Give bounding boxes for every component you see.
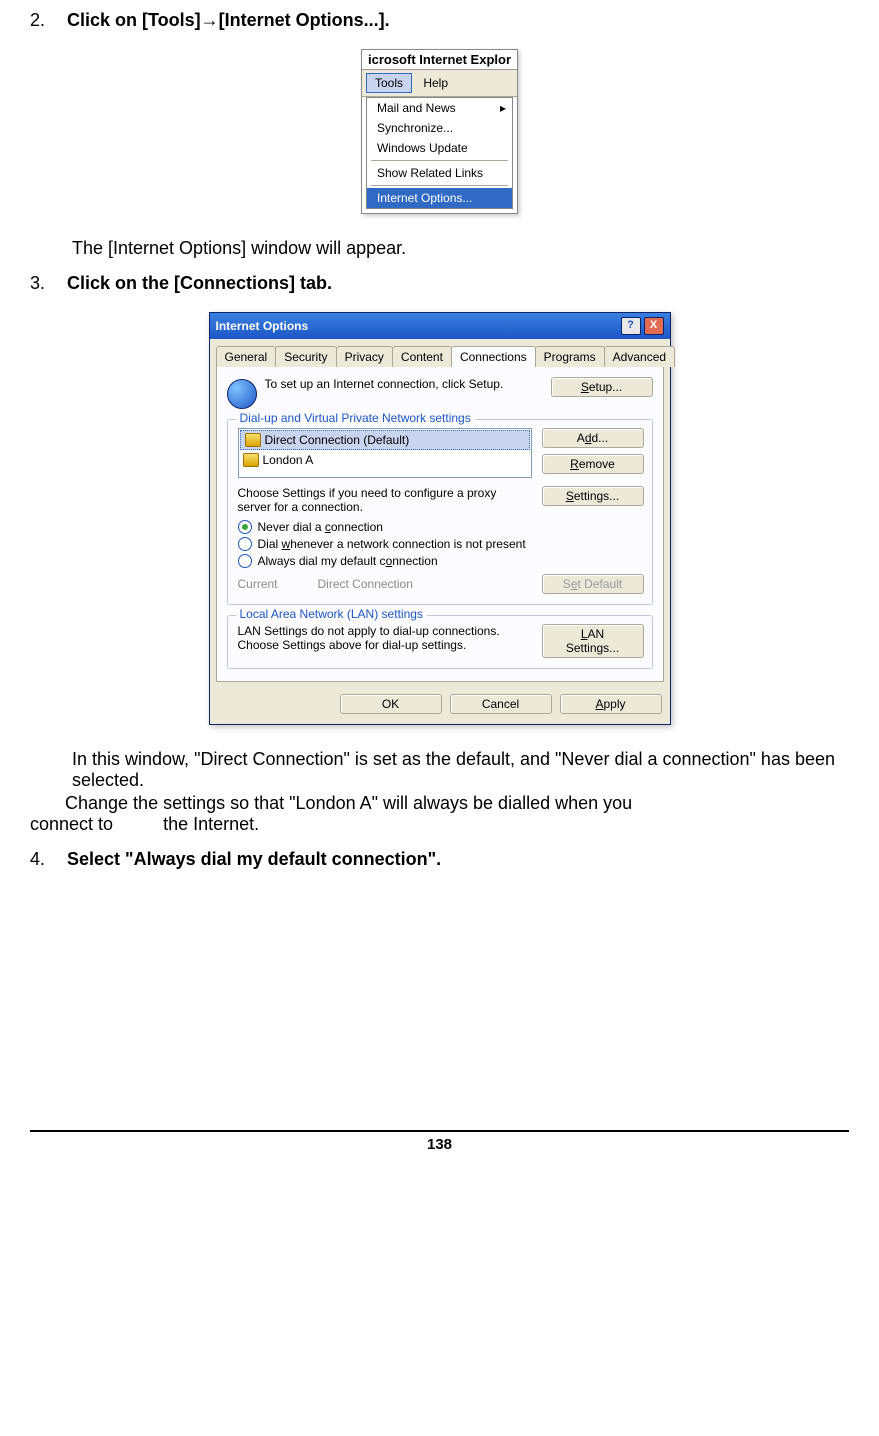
connection-icon <box>243 453 259 467</box>
tab-advanced[interactable]: Advanced <box>604 346 675 367</box>
step-2: 2. Click on [Tools]→[Internet Options...… <box>30 10 849 31</box>
remove-button[interactable]: Remove <box>542 454 644 474</box>
menu-separator <box>371 185 508 186</box>
menubar-help[interactable]: Help <box>415 74 456 92</box>
page-number: 138 <box>30 1130 849 1153</box>
menu-item-windows-update[interactable]: Windows Update <box>367 138 512 158</box>
list-item-direct-connection[interactable]: Direct Connection (Default) <box>240 430 530 450</box>
menu-separator <box>371 160 508 161</box>
submenu-arrow-icon: ▸ <box>500 101 506 115</box>
dialog-title: Internet Options <box>216 319 309 333</box>
tab-privacy[interactable]: Privacy <box>336 346 393 367</box>
menu-item-internet-options[interactable]: Internet Options... <box>367 188 512 208</box>
radio-always-dial[interactable]: Always dial my default connection <box>238 554 642 568</box>
help-button[interactable]: ? <box>621 317 641 335</box>
current-label: Current <box>238 577 278 591</box>
settings-button[interactable]: Settings... <box>542 486 644 506</box>
tools-dropdown: Mail and News▸ Synchronize... Windows Up… <box>366 97 513 209</box>
globe-icon <box>227 379 257 409</box>
step-2-result: The [Internet Options] window will appea… <box>72 238 849 259</box>
ok-button[interactable]: OK <box>340 694 442 714</box>
step-2-number: 2. <box>30 10 62 31</box>
step-4-number: 4. <box>30 849 62 870</box>
menu-item-synchronize[interactable]: Synchronize... <box>367 118 512 138</box>
tab-strip: General Security Privacy Content Connect… <box>216 345 664 367</box>
step-3: 3. Click on the [Connections] tab. <box>30 273 849 294</box>
radio-icon <box>238 554 252 568</box>
add-button[interactable]: Add... <box>542 428 644 448</box>
cancel-button[interactable]: Cancel <box>450 694 552 714</box>
list-item-london-a[interactable]: London A <box>239 451 531 469</box>
current-value: Direct Connection <box>318 577 413 591</box>
tab-security[interactable]: Security <box>275 346 336 367</box>
lan-fieldset: Local Area Network (LAN) settings LAN Se… <box>227 615 653 669</box>
step-3-note-b: Change the settings so that "London A" w… <box>30 793 849 835</box>
step-3-note-a: In this window, "Direct Connection" is s… <box>72 749 849 791</box>
tab-programs[interactable]: Programs <box>535 346 605 367</box>
step-4-text: Select "Always dial my default connectio… <box>67 849 441 869</box>
tab-general[interactable]: General <box>216 346 277 367</box>
dialup-fieldset: Dial-up and Virtual Private Network sett… <box>227 419 653 605</box>
dialup-legend: Dial-up and Virtual Private Network sett… <box>236 411 475 425</box>
settings-hint: Choose Settings if you need to configure… <box>238 486 532 514</box>
step-3-text: Click on the [Connections] tab. <box>67 273 332 293</box>
ie-menubar: Tools Help <box>362 70 517 97</box>
internet-options-dialog: Internet Options ? X General Security Pr… <box>209 312 671 725</box>
radio-dial-whenever[interactable]: Dial whenever a network connection is no… <box>238 537 642 551</box>
step-2-text: Click on [Tools]→[Internet Options...]. <box>67 10 390 30</box>
setup-text: To set up an Internet connection, click … <box>265 377 543 391</box>
radio-never-dial[interactable]: Never dial a connection <box>238 520 642 534</box>
connections-listbox[interactable]: Direct Connection (Default) London A <box>238 428 532 478</box>
radio-icon <box>238 520 252 534</box>
setup-button[interactable]: Setup... <box>551 377 653 397</box>
menu-item-mail-and-news[interactable]: Mail and News▸ <box>367 98 512 118</box>
tab-content[interactable]: Content <box>392 346 452 367</box>
apply-button[interactable]: Apply <box>560 694 662 714</box>
dialog-titlebar: Internet Options ? X <box>210 313 670 339</box>
ie-titlebar-fragment: icrosoft Internet Explor <box>362 50 517 70</box>
menubar-tools[interactable]: Tools <box>366 73 412 93</box>
step-3-number: 3. <box>30 273 62 294</box>
lan-settings-button[interactable]: LAN Settings... <box>542 624 644 658</box>
tab-connections[interactable]: Connections <box>451 346 536 367</box>
connection-icon <box>245 433 261 447</box>
close-button[interactable]: X <box>644 317 664 335</box>
connections-pane: To set up an Internet connection, click … <box>216 367 664 682</box>
step-4: 4. Select "Always dial my default connec… <box>30 849 849 870</box>
menu-item-show-related-links[interactable]: Show Related Links <box>367 163 512 183</box>
set-default-button[interactable]: Set Default <box>542 574 644 594</box>
radio-icon <box>238 537 252 551</box>
lan-legend: Local Area Network (LAN) settings <box>236 607 427 621</box>
ie-tools-menu-illustration: icrosoft Internet Explor Tools Help Mail… <box>361 49 518 214</box>
dialog-footer: OK Cancel Apply <box>210 688 670 724</box>
lan-text: LAN Settings do not apply to dial-up con… <box>238 624 532 658</box>
